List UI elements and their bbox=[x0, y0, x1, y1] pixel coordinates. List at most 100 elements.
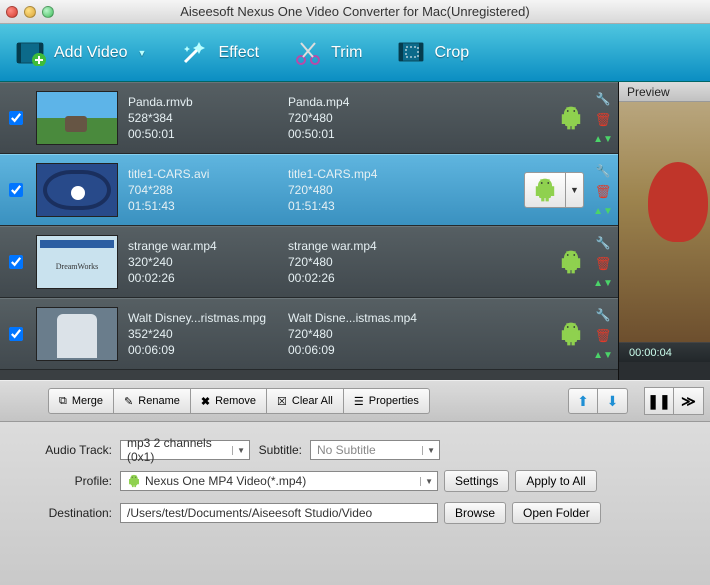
rename-button[interactable]: ✎ Rename bbox=[114, 388, 191, 414]
crop-icon bbox=[396, 38, 426, 68]
crop-button[interactable]: Crop bbox=[388, 32, 477, 74]
trash-icon[interactable]: 🗑 bbox=[595, 112, 612, 128]
audio-track-select[interactable]: mp3 2 channels (0x1)▼ bbox=[120, 440, 250, 460]
chevron-down-icon: ▼ bbox=[422, 446, 435, 455]
window-title: Aiseesoft Nexus One Video Converter for … bbox=[0, 4, 710, 19]
source-duration: 00:06:09 bbox=[128, 342, 288, 358]
merge-label: Merge bbox=[72, 395, 103, 407]
apply-to-all-button[interactable]: Apply to All bbox=[515, 470, 596, 492]
list-item[interactable]: title1-CARS.avi 704*288 01:51:43 title1-… bbox=[0, 154, 618, 226]
chevron-down-icon: ▼ bbox=[420, 477, 433, 486]
reorder-icon[interactable]: ▲▼ bbox=[593, 206, 613, 217]
trash-icon[interactable]: 🗑 bbox=[595, 328, 612, 344]
wrench-icon[interactable]: 🔧 bbox=[596, 236, 611, 250]
profile-select[interactable]: Nexus One MP4 Video(*.mp4) ▼ bbox=[120, 471, 438, 491]
properties-button[interactable]: ☰ Properties bbox=[344, 388, 430, 414]
output-duration: 00:06:09 bbox=[288, 342, 448, 358]
output-resolution: 720*480 bbox=[288, 326, 448, 342]
thumbnail bbox=[36, 163, 118, 217]
add-video-icon bbox=[16, 38, 46, 68]
profile-quick-button[interactable] bbox=[524, 172, 566, 208]
output-info: title1-CARS.mp4 720*480 01:51:43 bbox=[288, 166, 448, 215]
preview-screen bbox=[619, 102, 710, 342]
clear-all-button[interactable]: ☒ Clear All bbox=[267, 388, 344, 414]
profile-label: Profile: bbox=[10, 474, 120, 488]
source-info: strange war.mp4 320*240 00:02:26 bbox=[128, 238, 288, 287]
trash-icon[interactable]: 🗑 bbox=[595, 256, 612, 272]
pencil-icon: ✎ bbox=[124, 395, 133, 408]
output-duration: 00:02:26 bbox=[288, 270, 448, 286]
list-item[interactable]: Panda.rmvb 528*384 00:50:01 Panda.mp4 72… bbox=[0, 82, 618, 154]
source-resolution: 704*288 bbox=[128, 182, 288, 198]
source-info: title1-CARS.avi 704*288 01:51:43 bbox=[128, 166, 288, 215]
rename-label: Rename bbox=[138, 395, 180, 407]
merge-button[interactable]: ⧉ Merge bbox=[48, 388, 114, 414]
output-filename: Walt Disne...istmas.mp4 bbox=[288, 310, 448, 326]
source-info: Walt Disney...ristmas.mpg 352*240 00:06:… bbox=[128, 310, 288, 359]
chevron-down-icon: ▼ bbox=[232, 446, 245, 455]
subtitle-select[interactable]: No Subtitle ▼ bbox=[310, 440, 440, 460]
item-checkbox[interactable] bbox=[9, 111, 23, 125]
add-video-button[interactable]: Add Video ▼ bbox=[8, 32, 154, 74]
trim-icon bbox=[293, 38, 323, 68]
chevron-down-icon: ▼ bbox=[138, 48, 147, 58]
item-checkbox[interactable] bbox=[9, 183, 23, 197]
trim-button[interactable]: Trim bbox=[285, 32, 370, 74]
source-resolution: 528*384 bbox=[128, 110, 288, 126]
list-item[interactable]: Walt Disney...ristmas.mpg 352*240 00:06:… bbox=[0, 298, 618, 370]
move-up-button[interactable]: ⬆ bbox=[568, 388, 598, 414]
output-resolution: 720*480 bbox=[288, 182, 448, 198]
reorder-icon[interactable]: ▲▼ bbox=[593, 278, 613, 289]
wrench-icon[interactable]: 🔧 bbox=[596, 164, 611, 178]
pause-button[interactable]: ❚❚ bbox=[644, 387, 674, 415]
thumbnail bbox=[36, 91, 118, 145]
wrench-icon[interactable]: 🔧 bbox=[596, 92, 611, 106]
clear-all-label: Clear All bbox=[292, 395, 333, 407]
output-duration: 00:50:01 bbox=[288, 126, 448, 142]
effect-label: Effect bbox=[218, 44, 259, 62]
source-filename: Walt Disney...ristmas.mpg bbox=[128, 310, 288, 326]
wrench-icon[interactable]: 🔧 bbox=[596, 308, 611, 322]
output-info: Panda.mp4 720*480 00:50:01 bbox=[288, 94, 448, 143]
item-checkbox[interactable] bbox=[9, 327, 23, 341]
effect-icon bbox=[180, 38, 210, 68]
output-info: strange war.mp4 720*480 00:02:26 bbox=[288, 238, 448, 287]
destination-input[interactable]: /Users/test/Documents/Aiseesoft Studio/V… bbox=[120, 503, 438, 523]
output-resolution: 720*480 bbox=[288, 254, 448, 270]
properties-icon: ☰ bbox=[354, 395, 364, 408]
list-item[interactable]: strange war.mp4 320*240 00:02:26 strange… bbox=[0, 226, 618, 298]
android-icon bbox=[554, 245, 588, 279]
settings-button[interactable]: Settings bbox=[444, 470, 509, 492]
profile-value: Nexus One MP4 Video(*.mp4) bbox=[145, 474, 306, 488]
remove-icon: ✖ bbox=[201, 395, 210, 408]
source-resolution: 320*240 bbox=[128, 254, 288, 270]
item-checkbox[interactable] bbox=[9, 255, 23, 269]
merge-icon: ⧉ bbox=[59, 395, 67, 408]
output-filename: Panda.mp4 bbox=[288, 94, 448, 110]
android-icon bbox=[554, 317, 588, 351]
remove-label: Remove bbox=[215, 395, 256, 407]
reorder-icon[interactable]: ▲▼ bbox=[593, 350, 613, 361]
thumbnail bbox=[36, 307, 118, 361]
source-duration: 00:50:01 bbox=[128, 126, 288, 142]
properties-label: Properties bbox=[369, 395, 419, 407]
next-button[interactable]: ≫ bbox=[674, 387, 704, 415]
clear-icon: ☒ bbox=[277, 395, 287, 408]
open-folder-button[interactable]: Open Folder bbox=[512, 502, 601, 524]
subtitle-value: No Subtitle bbox=[317, 443, 376, 457]
effect-button[interactable]: Effect bbox=[172, 32, 267, 74]
reorder-icon[interactable]: ▲▼ bbox=[593, 134, 613, 145]
trash-icon[interactable]: 🗑 bbox=[595, 184, 612, 200]
remove-button[interactable]: ✖ Remove bbox=[191, 388, 267, 414]
source-filename: strange war.mp4 bbox=[128, 238, 288, 254]
profile-quick-dropdown[interactable]: ▼ bbox=[566, 172, 584, 208]
move-down-button[interactable]: ⬇ bbox=[598, 388, 628, 414]
output-filename: strange war.mp4 bbox=[288, 238, 448, 254]
source-filename: Panda.rmvb bbox=[128, 94, 288, 110]
source-info: Panda.rmvb 528*384 00:50:01 bbox=[128, 94, 288, 143]
android-icon bbox=[127, 474, 141, 488]
source-resolution: 352*240 bbox=[128, 326, 288, 342]
destination-label: Destination: bbox=[10, 506, 120, 520]
browse-button[interactable]: Browse bbox=[444, 502, 506, 524]
audio-track-label: Audio Track: bbox=[10, 443, 120, 457]
